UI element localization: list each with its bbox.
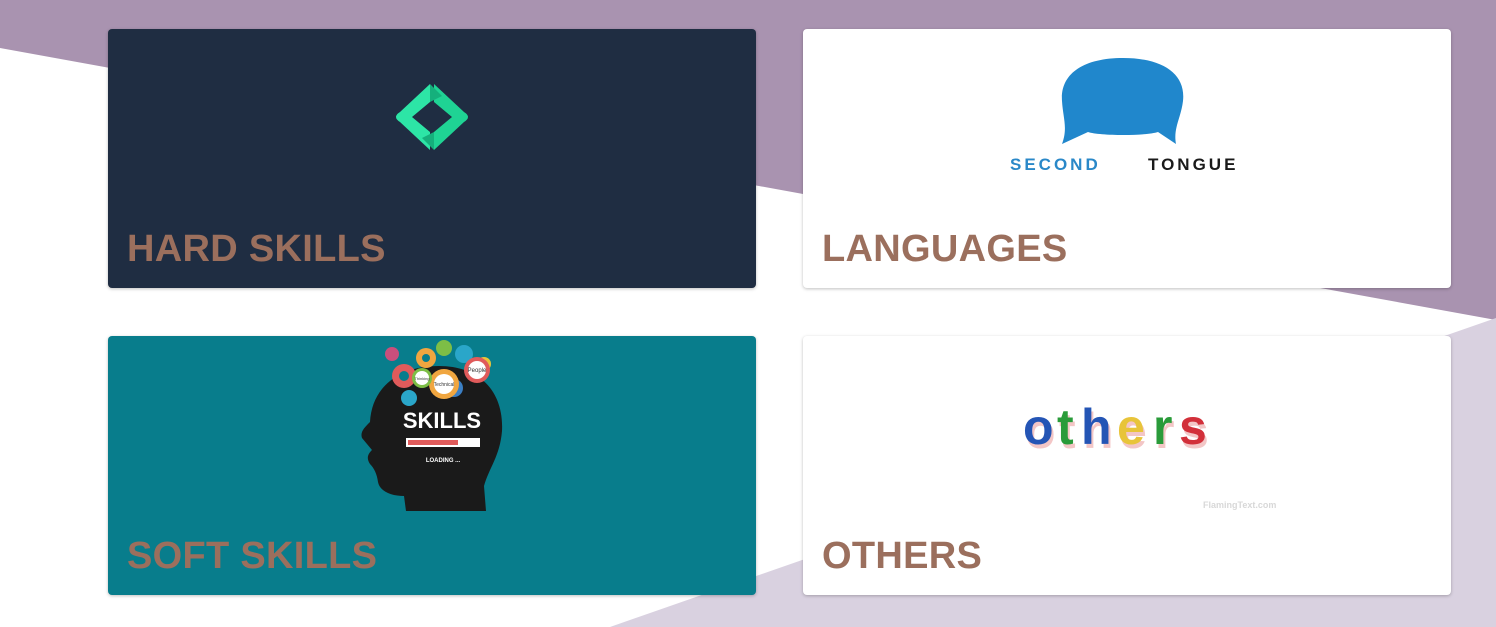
gear-word: Technical: [434, 382, 455, 388]
speech-bubble-icon: [1061, 58, 1184, 144]
others-word-art: o o t t h h e e r r s s: [1023, 399, 1209, 456]
card-label: OTHERS: [822, 535, 983, 577]
card-label: LANGUAGES: [822, 228, 1068, 270]
gear: [401, 390, 417, 406]
watermark: FlamingText.com: [1203, 500, 1277, 510]
logo-tongue: TONGUE: [1148, 155, 1239, 174]
card-hard-skills[interactable]: HARD SKILLS: [108, 29, 756, 288]
svg-text:e: e: [1117, 399, 1145, 455]
card-label: SOFT SKILLS: [127, 535, 378, 577]
logo-second: SECOND: [1010, 155, 1101, 174]
card-languages[interactable]: SECOND TONGUE LANGUAGES: [803, 29, 1451, 288]
gear: [436, 340, 452, 356]
card-soft-skills[interactable]: People Technical Thinking SKILLS LOADING…: [108, 336, 756, 595]
gear-word: Thinking: [414, 376, 429, 381]
card-others[interactable]: o o t t h h e e r r s s FlamingText.com …: [803, 336, 1451, 595]
gear-word: People: [468, 368, 487, 374]
gear: [399, 371, 409, 381]
gear: [422, 354, 430, 362]
loading-text: LOADING ...: [426, 458, 461, 464]
card-label: HARD SKILLS: [127, 228, 386, 270]
svg-text:r: r: [1153, 399, 1172, 455]
gear: [385, 347, 399, 361]
head-gears-icon: People Technical Thinking SKILLS LOADING…: [361, 340, 503, 511]
head-title: SKILLS: [403, 408, 481, 433]
code-brackets-icon: [396, 84, 468, 150]
svg-text:o: o: [1023, 399, 1054, 455]
svg-text:s: s: [1179, 399, 1207, 455]
svg-text:t: t: [1057, 399, 1074, 455]
svg-text:h: h: [1081, 399, 1112, 455]
loading-bar-fill: [408, 440, 458, 445]
